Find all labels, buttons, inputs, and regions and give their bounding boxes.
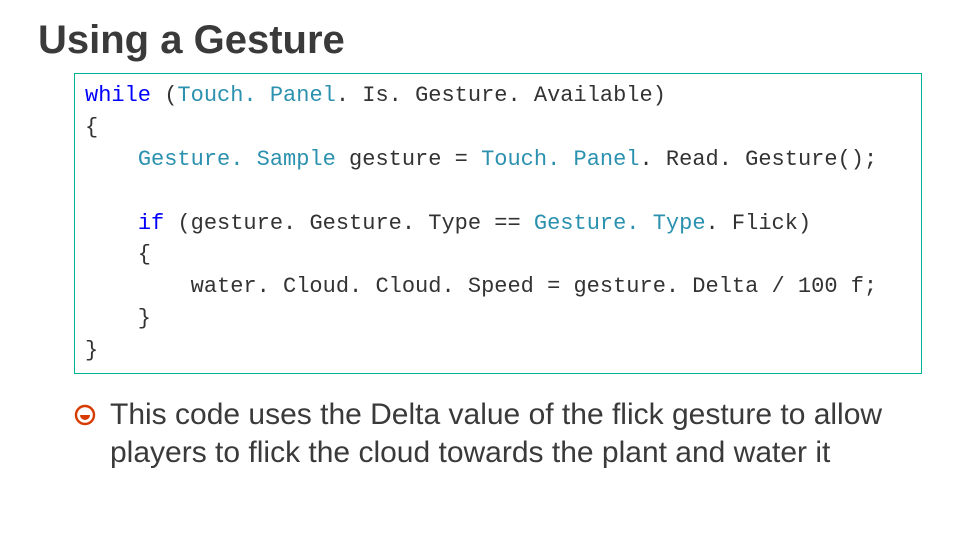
code-text: } <box>85 306 151 331</box>
bullet-marker-icon <box>74 404 96 431</box>
slide: Using a Gesture while (Touch. Panel. Is.… <box>0 0 960 540</box>
code-indent <box>85 211 138 236</box>
code-text: } <box>85 338 98 363</box>
code-text: { <box>85 242 151 267</box>
slide-title: Using a Gesture <box>38 18 922 63</box>
code-text: { <box>85 115 98 140</box>
code-indent <box>85 147 138 172</box>
code-text: gesture = <box>349 147 481 172</box>
code-text: (gesture. Gesture. Type == <box>164 211 534 236</box>
code-text: . Is. Gesture. Available) <box>336 83 666 108</box>
code-type: Touch. Panel <box>177 83 335 108</box>
code-keyword-while: while <box>85 83 151 108</box>
code-block: while (Touch. Panel. Is. Gesture. Availa… <box>74 73 922 374</box>
code-text: . Flick) <box>706 211 812 236</box>
code-text: ( <box>151 83 177 108</box>
code-type: Gesture. Sample <box>138 147 349 172</box>
code-text: . Read. Gesture(); <box>640 147 878 172</box>
code-type: Touch. Panel <box>481 147 639 172</box>
code-keyword-if: if <box>138 211 164 236</box>
bullet-item: This code uses the Delta value of the fl… <box>74 396 922 471</box>
code-text: water. Cloud. Cloud. Speed = gesture. De… <box>85 274 877 299</box>
bullet-text: This code uses the Delta value of the fl… <box>110 396 922 471</box>
code-type: Gesture. Type <box>534 211 706 236</box>
